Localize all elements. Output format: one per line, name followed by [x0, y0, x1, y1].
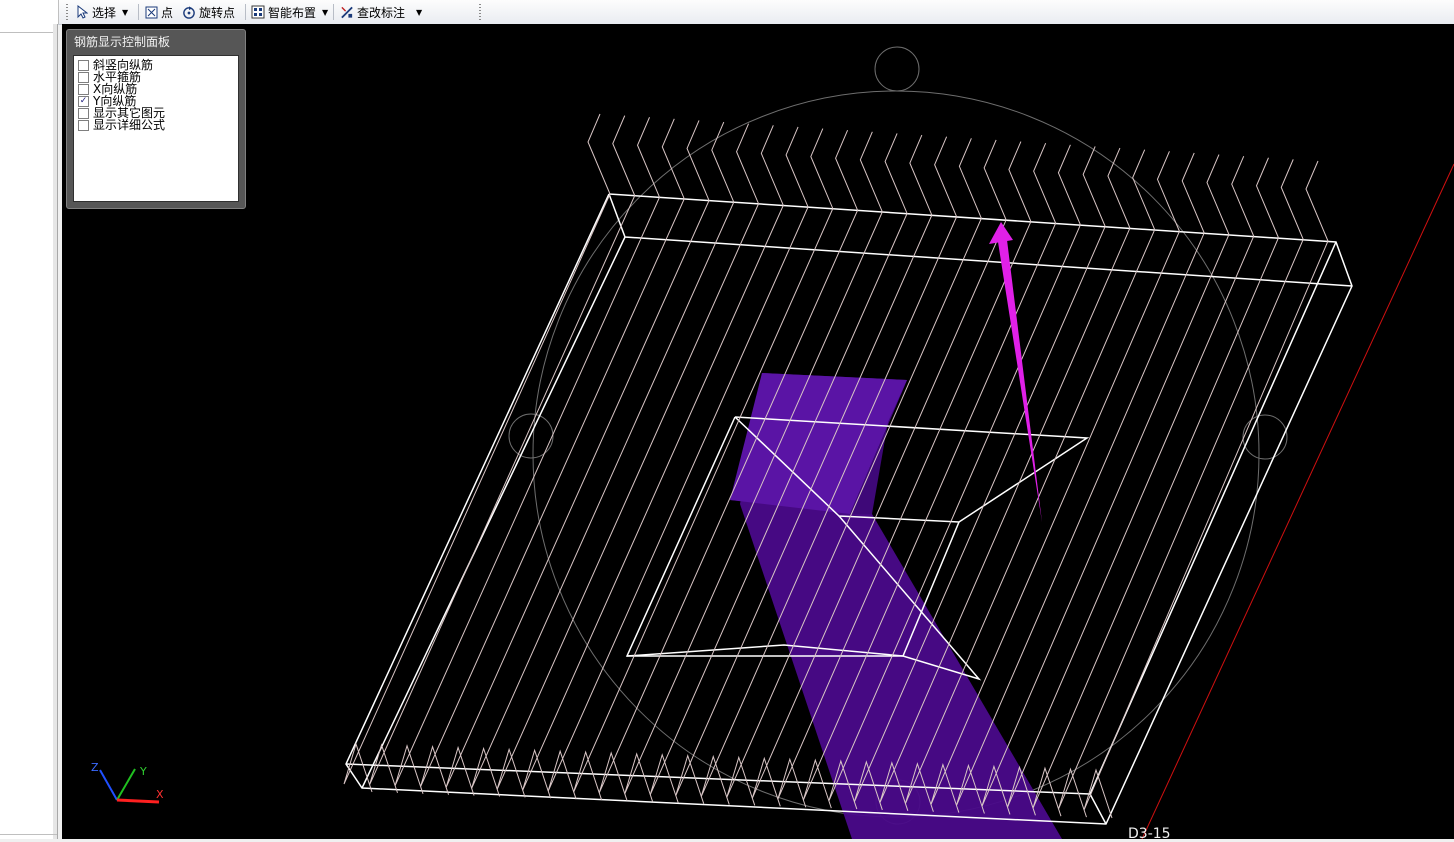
rebar-line[interactable] [1058, 159, 1304, 818]
orbit-handle-top[interactable] [874, 46, 920, 92]
smart-layout-label: 智能布置 [268, 5, 317, 20]
orbit-handle-left[interactable] [508, 413, 554, 459]
rebar-line[interactable] [1032, 157, 1280, 817]
toolbar-separator [138, 4, 139, 20]
panel-divider [0, 834, 57, 835]
rebar-line[interactable] [1083, 160, 1329, 819]
axis-gizmo: Z Y X [91, 761, 164, 804]
chevron-down-icon[interactable]: ▼ [122, 8, 128, 17]
left-panel [0, 24, 58, 839]
rebar-line[interactable] [1006, 155, 1255, 816]
axis-y-label: Y [139, 765, 147, 778]
chevron-down-icon[interactable]: ▼ [416, 8, 422, 17]
checkbox[interactable] [78, 59, 89, 71]
rebar-options-list: 斜竖向纵筋 水平箍筋 X向纵筋 ✓ Y向纵筋 显示其它图元 显示详细公式 [73, 55, 239, 202]
3d-scene[interactable]: Z Y X [62, 24, 1454, 839]
toolbar-grip[interactable] [66, 4, 68, 20]
chevron-down-icon[interactable]: ▼ [322, 8, 328, 17]
point-button[interactable]: 点 [144, 3, 173, 21]
select-label: 选择 [92, 5, 117, 20]
3d-viewport[interactable]: Z Y X [62, 24, 1454, 839]
magenta-arrow[interactable] [989, 222, 1042, 522]
toolbar-left-blank [0, 0, 59, 24]
toolbar-grip[interactable] [479, 4, 481, 20]
toolbar: 选择 ▼ 点 旋转点 智能布置 ▼ 查改标注 ▼ [0, 0, 1454, 25]
rebar-line[interactable] [420, 118, 685, 795]
red-axis-line [1141, 163, 1454, 839]
rotate-point-button[interactable]: 旋转点 [182, 3, 235, 21]
rotate-point-icon [182, 5, 196, 19]
edit-annotation-label: 查改标注 [357, 5, 406, 20]
smart-layout-icon [251, 5, 265, 19]
axis-z-label: Z [91, 761, 99, 774]
rotate-point-label: 旋转点 [199, 5, 236, 20]
checkbox[interactable] [78, 71, 89, 83]
rebar-line[interactable] [981, 154, 1230, 815]
element-id-label: D3-15 [1128, 826, 1171, 842]
option-show-detailed-formula[interactable]: 显示详细公式 [78, 119, 165, 131]
panel-scroll-edge[interactable] [53, 24, 57, 839]
select-button[interactable]: 选择 ▼ [75, 3, 128, 21]
rebar-panel-title: 钢筋显示控制面板 [74, 35, 171, 49]
edit-annotation-icon [340, 5, 354, 19]
point-label: 点 [161, 5, 174, 20]
checkbox[interactable] [78, 83, 89, 95]
option-label: 显示详细公式 [93, 118, 166, 132]
checkbox-checked[interactable]: ✓ [78, 95, 89, 107]
point-icon [144, 5, 158, 19]
checkbox[interactable] [78, 119, 89, 131]
rebar-display-panel: 钢筋显示控制面板 斜竖向纵筋 水平箍筋 X向纵筋 ✓ Y向纵筋 显示其它图元 显… [66, 29, 246, 209]
toolbar-separator [245, 4, 246, 20]
edit-annotation-button[interactable]: 查改标注 ▼ [340, 3, 422, 21]
cursor-arrow-icon [75, 5, 89, 19]
panel-divider [0, 32, 57, 33]
rebar-line[interactable] [445, 120, 710, 796]
axis-x-label: X [156, 788, 164, 801]
checkbox[interactable] [78, 107, 89, 119]
smart-layout-button[interactable]: 智能布置 ▼ [251, 3, 328, 21]
toolbar-separator [333, 4, 334, 20]
